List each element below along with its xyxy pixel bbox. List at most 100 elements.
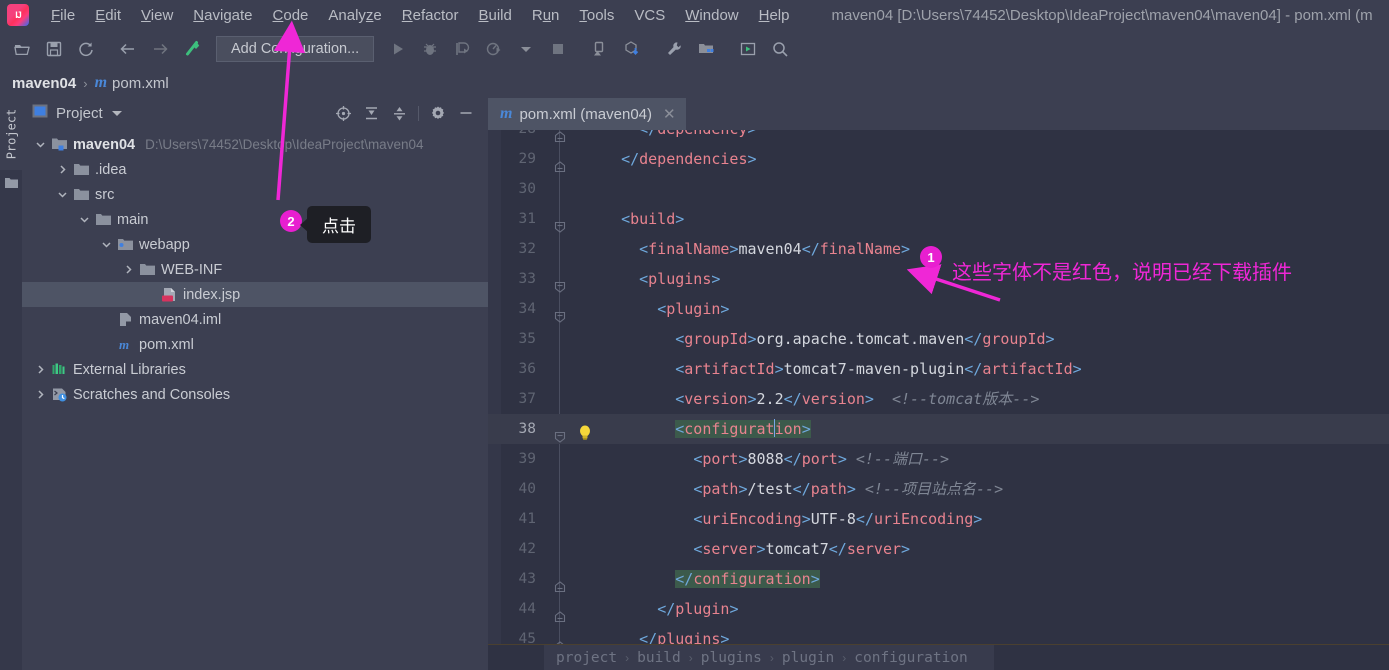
web-preview-icon[interactable] <box>735 36 761 62</box>
hide-minimize-icon[interactable] <box>454 101 478 125</box>
code-line-30[interactable]: 30 <box>488 174 1389 204</box>
tree-item-src[interactable]: src <box>22 182 488 207</box>
menu-item-tools[interactable]: Tools <box>569 4 624 27</box>
menu-item-refactor[interactable]: Refactor <box>392 4 469 27</box>
run-with-coverage-icon[interactable] <box>449 36 475 62</box>
code-line-34[interactable]: 34 <plugin> <box>488 294 1389 324</box>
tree-item-pom-xml[interactable]: m pom.xml <box>22 332 488 357</box>
fold-start-icon[interactable] <box>554 303 566 323</box>
tree-item-web-inf[interactable]: WEB-INF <box>22 257 488 282</box>
settings-gear-icon[interactable] <box>426 101 450 125</box>
chevron-right-icon[interactable] <box>32 362 48 378</box>
profiler-icon[interactable] <box>481 36 507 62</box>
chevron-down-icon[interactable] <box>76 212 92 228</box>
settings-wrench-icon[interactable] <box>661 36 687 62</box>
code-line-43[interactable]: 43 </configuration> <box>488 564 1389 594</box>
code-line-39[interactable]: 39 <port>8088</port> <!--端口--> <box>488 444 1389 474</box>
dropdown-arrow-icon[interactable] <box>513 36 539 62</box>
locate-target-icon[interactable] <box>331 101 355 125</box>
add-configuration-button[interactable]: Add Configuration... <box>216 36 375 62</box>
breadcrumb-path[interactable]: project › build › plugins › plugin › configurati… <box>544 645 994 670</box>
menu-item-file[interactable]: File <box>41 4 85 27</box>
breadcrumb-item-plugins[interactable]: plugins <box>701 650 762 666</box>
chevron-right-icon[interactable] <box>120 262 136 278</box>
menu-item-edit[interactable]: Edit <box>85 4 131 27</box>
chevron-down-icon[interactable] <box>54 187 70 203</box>
code-line-44[interactable]: 44 </plugin> <box>488 594 1389 624</box>
menu-item-run[interactable]: Run <box>522 4 570 27</box>
breadcrumb-project[interactable]: maven04 <box>12 75 76 92</box>
code-line-29[interactable]: 29 </dependencies> <box>488 144 1389 174</box>
chevron-right-icon[interactable] <box>32 387 48 403</box>
code-line-42[interactable]: 42 <server>tomcat7</server> <box>488 534 1389 564</box>
fold-end-icon[interactable] <box>554 603 566 623</box>
code-line-40[interactable]: 40 <path>/test</path> <!--项目站点名--> <box>488 474 1389 504</box>
sync-refresh-icon[interactable] <box>73 36 99 62</box>
breadcrumb-item-project[interactable]: project <box>556 650 617 666</box>
menu-item-window[interactable]: Window <box>675 4 748 27</box>
chevron-down-icon[interactable] <box>98 237 114 253</box>
open-folder-icon[interactable] <box>9 36 35 62</box>
code-line-41[interactable]: 41 <uriEncoding>UTF-8</uriEncoding> <box>488 504 1389 534</box>
run-icon[interactable] <box>385 36 411 62</box>
fold-end-icon[interactable] <box>554 153 566 173</box>
tree-item-scratches-and-consoles[interactable]: Scratches and Consoles <box>22 382 488 407</box>
code-line-35[interactable]: 35 <groupId>org.apache.tomcat.maven</gro… <box>488 324 1389 354</box>
menu-item-vcs[interactable]: VCS <box>624 4 675 27</box>
tree-item-maven04[interactable]: maven04 D:\Users\74452\Desktop\IdeaProjec… <box>22 132 488 157</box>
breadcrumb-item-configuration[interactable]: configuration <box>854 650 968 666</box>
save-all-icon[interactable] <box>41 36 67 62</box>
code-editor[interactable]: 28 </dependency>29 </dependencies>3031 <… <box>488 130 1389 670</box>
tree-item-main[interactable]: main <box>22 207 488 232</box>
update-project-icon[interactable] <box>587 36 613 62</box>
project-structure-icon[interactable] <box>693 36 719 62</box>
tree-item--idea[interactable]: .idea <box>22 157 488 182</box>
menu-item-help[interactable]: Help <box>749 4 800 27</box>
chevron-down-icon[interactable] <box>111 110 122 116</box>
menu-item-analyze[interactable]: Analyze <box>318 4 391 27</box>
fold-start-icon[interactable] <box>554 213 566 233</box>
tree-item-external-libraries[interactable]: External Libraries <box>22 357 488 382</box>
menu-item-code[interactable]: Code <box>263 4 319 27</box>
chevron-right-icon[interactable] <box>54 162 70 178</box>
breadcrumb-item-build[interactable]: build <box>637 650 681 666</box>
tree-item-maven04-iml[interactable]: maven04.iml <box>22 307 488 332</box>
code-line-33[interactable]: 33 <plugins> <box>488 264 1389 294</box>
chevron-down-icon[interactable] <box>32 137 48 153</box>
stop-icon[interactable] <box>545 36 571 62</box>
code-line-31[interactable]: 31 <build> <box>488 204 1389 234</box>
fold-start-icon[interactable] <box>554 423 566 443</box>
build-hammer-icon[interactable] <box>179 36 205 62</box>
fold-start-icon[interactable] <box>554 273 566 293</box>
code-line-36[interactable]: 36 <artifactId>tomcat7-maven-plugin</art… <box>488 354 1389 384</box>
sidebar-tab-project[interactable]: Project <box>0 98 22 170</box>
menu-item-build[interactable]: Build <box>468 4 521 27</box>
code-line-37[interactable]: 37 <version>2.2</version> <!--tomcat版本--… <box>488 384 1389 414</box>
close-icon[interactable]: ✕ <box>663 105 676 123</box>
breadcrumb-item-plugin[interactable]: plugin <box>782 650 834 666</box>
code-line-38[interactable]: 38 <configuration> <box>488 414 1389 444</box>
back-arrow-icon[interactable] <box>115 36 141 62</box>
fold-end-icon[interactable] <box>554 130 566 143</box>
tree-item-label: maven04 <box>73 136 136 153</box>
breadcrumb-file[interactable]: pom.xml <box>112 75 169 92</box>
fold-end-icon[interactable] <box>554 573 566 593</box>
editor-tab-pom-xml[interactable]: m pom.xml (maven04) ✕ <box>488 98 686 130</box>
code-line-32[interactable]: 32 <finalName>maven04</finalName> <box>488 234 1389 264</box>
code-token: maven04 <box>738 240 802 258</box>
collapse-all-icon[interactable] <box>387 101 411 125</box>
tree-item-webapp[interactable]: webapp <box>22 232 488 257</box>
forward-arrow-icon[interactable] <box>147 36 173 62</box>
commit-icon[interactable] <box>619 36 645 62</box>
tree-item-index-jsp[interactable]: index.jsp <box>22 282 488 307</box>
search-everywhere-icon[interactable] <box>767 36 793 62</box>
expand-all-icon[interactable] <box>359 101 383 125</box>
code-line-28[interactable]: 28 </dependency> <box>488 130 1389 144</box>
menu-item-view[interactable]: View <box>131 4 183 27</box>
menu-item-navigate[interactable]: Navigate <box>183 4 262 27</box>
folder-icon[interactable] <box>4 176 19 195</box>
debug-icon[interactable] <box>417 36 443 62</box>
